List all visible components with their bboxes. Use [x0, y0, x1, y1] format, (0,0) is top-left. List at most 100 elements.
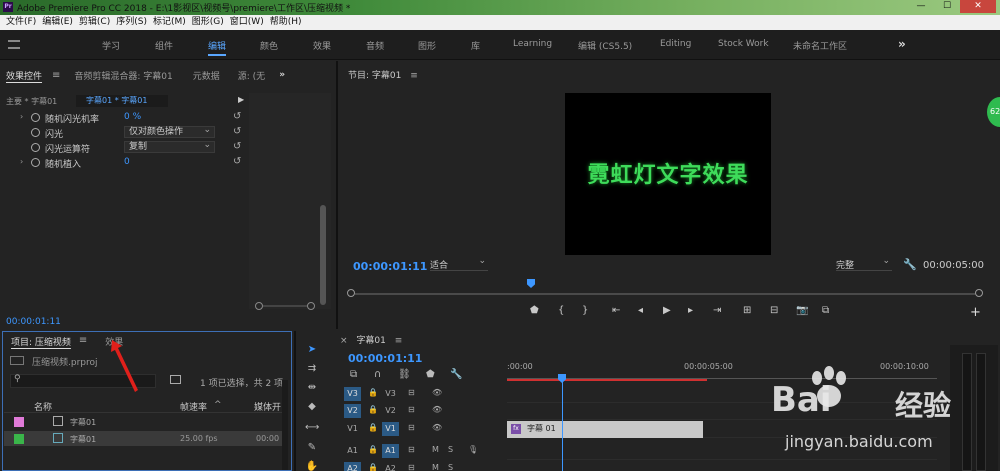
effect-controls-timecode[interactable]: 00:00:01:11 — [6, 317, 61, 327]
panel-menu-icon[interactable]: ≡ — [79, 335, 87, 348]
panel-divider[interactable] — [294, 331, 296, 471]
solo-icon[interactable]: S — [448, 463, 453, 471]
track-target-a2[interactable]: A2 — [382, 462, 399, 471]
go-to-out-icon[interactable]: ⇥ — [713, 305, 721, 316]
minimize-button[interactable]: — — [908, 0, 934, 13]
add-button-icon[interactable]: + — [970, 305, 981, 320]
workspace-graphics[interactable]: 图形 — [418, 39, 436, 52]
more-workspaces-icon[interactable]: » — [898, 37, 906, 51]
timeline-clip[interactable]: fx 字幕 01 — [507, 421, 703, 438]
panel-divider[interactable] — [336, 61, 338, 329]
mute-icon[interactable]: M — [432, 445, 439, 454]
project-scrollbar[interactable] — [282, 380, 288, 470]
workspace-home-icon[interactable] — [8, 40, 20, 49]
more-tabs-icon[interactable]: » — [273, 70, 291, 80]
workspace-editing[interactable]: 编辑 — [208, 39, 227, 56]
workspace-learning-en[interactable]: Learning — [513, 39, 552, 49]
track-target-v2[interactable]: V2 — [382, 404, 399, 418]
pen-tool-icon[interactable]: ✎ — [305, 441, 319, 455]
go-to-in-icon[interactable]: ⇤ — [612, 305, 620, 316]
program-playhead[interactable] — [527, 279, 535, 288]
export-frame-icon[interactable]: 📷 — [796, 305, 808, 316]
add-marker-icon[interactable]: ⬟ — [426, 369, 435, 380]
close-tab-icon[interactable]: × — [340, 336, 348, 346]
track-target-a1[interactable]: A1 — [382, 444, 399, 458]
project-item-row[interactable]: 字幕01 25.00 fps 00:00 — [4, 431, 288, 446]
project-item-row[interactable]: 字幕01 — [4, 414, 288, 429]
effect-controls-timeline[interactable] — [249, 93, 331, 309]
lock-icon[interactable]: 🔒 — [368, 423, 378, 432]
sync-lock-icon[interactable]: ⊟ — [408, 423, 415, 432]
ripple-edit-tool-icon[interactable]: ⇹ — [305, 381, 319, 395]
slip-tool-icon[interactable]: ⟷ — [305, 421, 319, 435]
timeline-sequence-name[interactable]: 字幕01 — [356, 336, 385, 346]
timeline-settings-icon[interactable]: 🔧 — [450, 369, 462, 380]
track-target-v1[interactable]: V1 — [382, 422, 399, 436]
selected-clip-label[interactable]: 字幕01 * 字幕01 — [76, 95, 168, 107]
menu-window[interactable]: 窗口(W) — [228, 15, 268, 30]
sync-lock-icon[interactable]: ⊟ — [408, 388, 415, 397]
scrub-end-handle[interactable] — [975, 289, 983, 297]
zoom-level-dropdown[interactable]: 适合 — [430, 256, 488, 271]
tab-project[interactable]: 项目: 压缩视频 — [9, 335, 73, 348]
panel-menu-icon[interactable]: ≡ — [410, 71, 418, 81]
menu-clip[interactable]: 剪辑(C) — [77, 15, 114, 30]
panel-menu-icon[interactable]: ≡ — [52, 70, 60, 81]
zoom-bar[interactable] — [263, 305, 307, 307]
effect-param-value[interactable]: 0 % — [124, 112, 141, 122]
timeline-timecode[interactable]: 00:00:01:11 — [348, 352, 422, 365]
label-color-swatch[interactable] — [14, 417, 24, 427]
voiceover-mic-icon[interactable]: 🎙 — [468, 445, 478, 454]
source-patch-a1[interactable]: A1 — [344, 444, 361, 458]
hand-tool-icon[interactable]: ✋ — [305, 460, 319, 471]
output-toggle-icon[interactable]: 👁 — [432, 405, 442, 414]
comparison-icon[interactable]: ⧉ — [822, 305, 829, 316]
twirl-icon[interactable]: › — [20, 112, 23, 121]
new-bin-icon[interactable] — [170, 375, 181, 384]
stopwatch-icon[interactable] — [31, 128, 40, 137]
menu-graphics[interactable]: 图形(G) — [190, 15, 228, 30]
tab-metadata[interactable]: 元数据 — [187, 69, 226, 82]
step-forward-icon[interactable]: ▸ — [688, 305, 693, 316]
program-video-frame[interactable]: 霓虹灯文字效果 — [565, 93, 771, 255]
workspace-libraries[interactable]: 库 — [471, 39, 480, 52]
lock-icon[interactable]: 🔒 — [368, 388, 378, 397]
scrub-track[interactable] — [355, 293, 975, 295]
stopwatch-icon[interactable] — [31, 143, 40, 152]
source-patch-v2[interactable]: V2 — [344, 404, 361, 418]
marker-icon[interactable]: ⬟ — [530, 305, 539, 316]
menu-file[interactable]: 文件(F) — [4, 15, 40, 30]
master-clip-label[interactable]: 主要 * 字幕01 — [6, 96, 57, 107]
program-current-timecode[interactable]: 00:00:01:11 — [353, 260, 427, 273]
output-toggle-icon[interactable]: 👁 — [432, 388, 442, 397]
program-title-label[interactable]: 节目: 字幕01 — [348, 71, 401, 81]
scrub-start-handle[interactable] — [347, 289, 355, 297]
reset-icon[interactable]: ↺ — [233, 156, 241, 167]
workspace-unnamed[interactable]: 未命名工作区 — [793, 39, 847, 52]
item-name[interactable]: 字幕01 — [70, 417, 96, 428]
reset-icon[interactable]: ↺ — [233, 111, 241, 122]
menu-edit[interactable]: 编辑(E) — [40, 15, 77, 30]
effect-controls-zoom[interactable] — [255, 302, 315, 311]
zoom-handle-left[interactable] — [255, 302, 263, 310]
source-patch-v1[interactable]: V1 — [344, 422, 361, 436]
stopwatch-icon[interactable] — [31, 113, 40, 122]
lock-icon[interactable]: 🔒 — [368, 445, 378, 454]
column-media-start[interactable]: 媒体开 — [254, 400, 281, 413]
out-point-icon[interactable]: } — [582, 305, 588, 316]
in-point-icon[interactable]: { — [558, 305, 564, 316]
playback-resolution-dropdown[interactable]: 完整 — [836, 256, 892, 271]
mute-icon[interactable]: M — [432, 463, 439, 471]
sort-ascending-icon[interactable]: ^ — [214, 400, 222, 410]
sync-lock-icon[interactable]: ⊟ — [408, 405, 415, 414]
twirl-icon[interactable]: › — [20, 157, 23, 166]
sync-lock-icon[interactable]: ⊟ — [408, 463, 415, 471]
workspace-editing-en[interactable]: Editing — [660, 39, 691, 49]
lock-icon[interactable]: 🔒 — [368, 463, 378, 471]
menu-sequence[interactable]: 序列(S) — [114, 15, 151, 30]
linked-selection-icon[interactable]: ⛓ — [398, 369, 411, 380]
workspace-learn[interactable]: 学习 — [102, 39, 120, 52]
razor-tool-icon[interactable]: ◆ — [305, 400, 319, 414]
workspace-editing-cs55[interactable]: 编辑 (CS5.5) — [578, 39, 632, 52]
workspace-assembly[interactable]: 组件 — [155, 39, 173, 52]
